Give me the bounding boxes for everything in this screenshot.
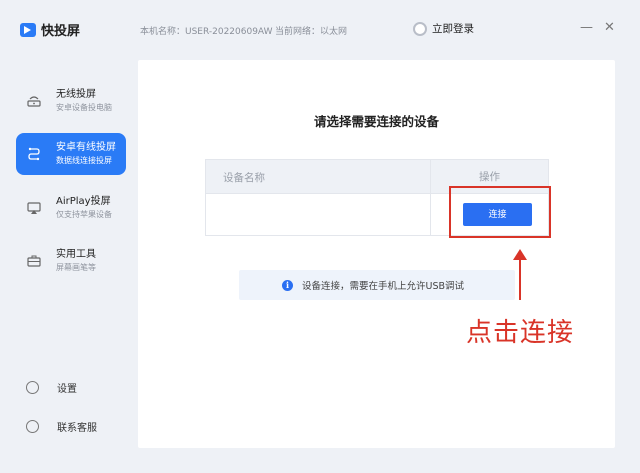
sidebar-item-wireless[interactable]: 无线投屏 安卓设备投电脑 (16, 80, 126, 122)
sidebar-item-title: 无线投屏 (56, 89, 96, 100)
column-divider (430, 194, 431, 235)
app-logo: 快投屏 (20, 20, 80, 39)
highlight-box (449, 186, 551, 238)
sidebar: 无线投屏 安卓设备投电脑 安卓有线投屏 数据线连接投屏 AirPlay投屏 仅支… (0, 60, 132, 473)
sidebar-item-airplay[interactable]: AirPlay投屏 仅支持苹果设备 (16, 187, 126, 229)
network-label: 当前网络：以太网 (275, 27, 348, 37)
wifi-screen-icon (26, 94, 42, 108)
sidebar-item-tools[interactable]: 实用工具 屏幕画笔等 (16, 240, 126, 282)
info-banner: i 设备连接，需要在手机上允许USB调试 (239, 270, 515, 300)
info-text: 设备连接，需要在手机上允许USB调试 (302, 281, 465, 292)
login-avatar-icon (413, 21, 427, 36)
annotation-arrow-line (519, 258, 521, 300)
column-header-device-name: 设备名称 (223, 172, 265, 184)
sidebar-item-title: 安卓有线投屏 (56, 142, 116, 153)
close-button[interactable]: ✕ (604, 20, 615, 36)
sidebar-item-usb-cast[interactable]: 安卓有线投屏 数据线连接投屏 (16, 133, 126, 175)
airplay-icon (26, 201, 42, 215)
sidebar-item-subtitle: 安卓设备投电脑 (56, 103, 112, 112)
info-icon: i (282, 279, 293, 291)
sidebar-item-subtitle: 数据线连接投屏 (56, 156, 112, 165)
app-logo-icon (20, 22, 36, 37)
gear-icon (26, 381, 39, 394)
settings-label: 设置 (57, 384, 77, 395)
login-button[interactable]: 立即登录 (413, 21, 474, 36)
title-bar: 快投屏 本机名称：USER-20220609AW 当前网络：以太网 立即登录 —… (0, 0, 640, 60)
sidebar-item-subtitle: 仅支持苹果设备 (56, 210, 112, 219)
settings-button[interactable]: 设置 (26, 380, 77, 395)
sidebar-item-subtitle: 屏幕画笔等 (56, 263, 96, 272)
machine-name-label: 本机名称：USER-20220609AW (140, 27, 273, 37)
login-label: 立即登录 (432, 23, 474, 35)
main-panel: 请选择需要连接的设备 设备名称 操作 连接 i 设备连接，需要在手机上允许USB… (138, 60, 615, 448)
usb-cable-icon (26, 147, 42, 161)
annotation-text: 点击连接 (466, 318, 575, 348)
toolbox-icon (26, 254, 42, 268)
sidebar-item-title: 实用工具 (56, 249, 96, 260)
headset-icon (26, 420, 39, 433)
customer-service-button[interactable]: 联系客服 (26, 419, 97, 434)
page-title: 请选择需要连接的设备 (313, 114, 439, 129)
minimize-button[interactable]: — (580, 20, 593, 36)
app-name: 快投屏 (41, 24, 81, 39)
sidebar-item-title: AirPlay投屏 (56, 196, 111, 207)
customer-service-label: 联系客服 (57, 423, 97, 434)
